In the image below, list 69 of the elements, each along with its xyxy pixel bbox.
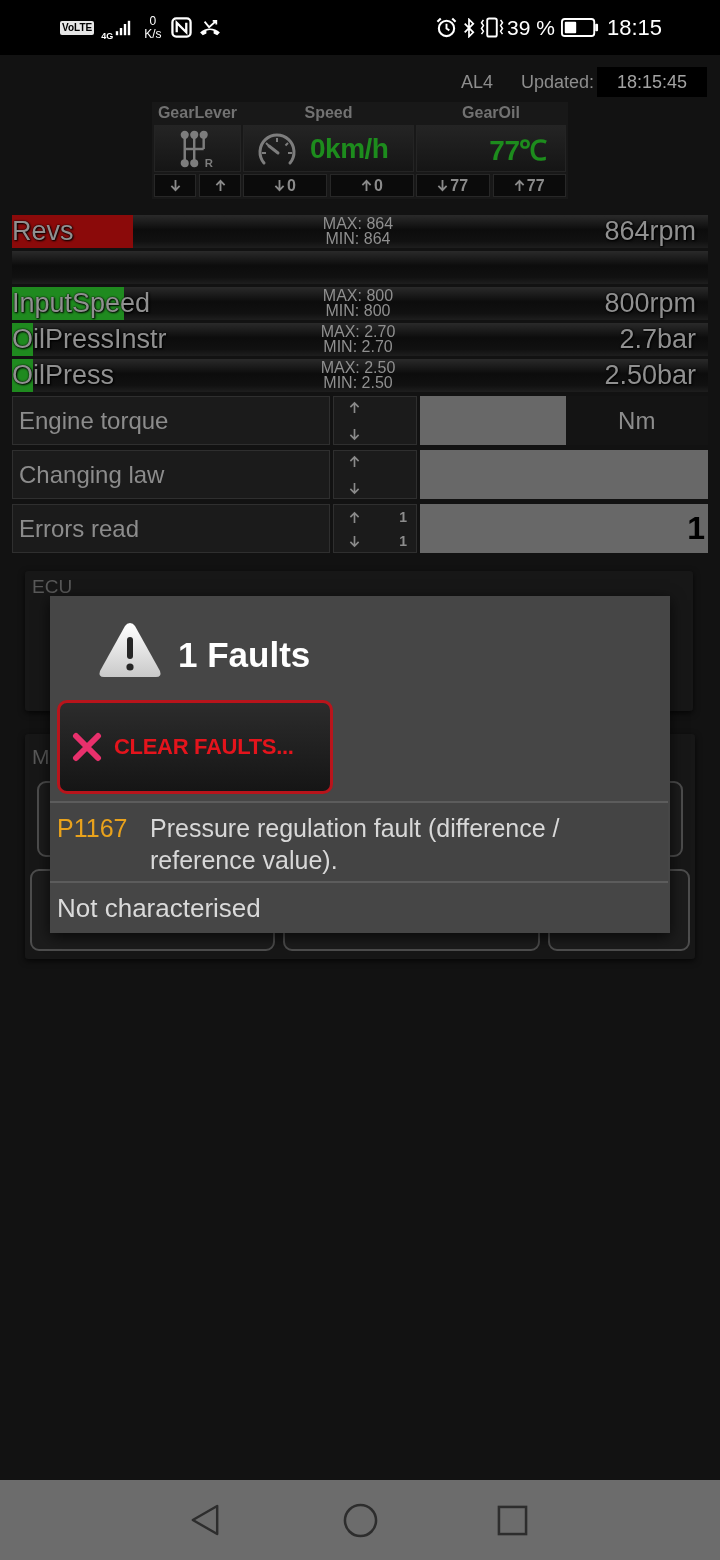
speedometer-icon [256, 131, 298, 166]
minimum-value: 0 [287, 176, 296, 195]
meter-value: 800rpm [604, 287, 696, 320]
meter-min: MIN: 864 [325, 231, 391, 247]
home-icon[interactable] [343, 1502, 378, 1538]
volte-badge: VoLTE [60, 20, 95, 35]
arrow-down-icon [349, 482, 360, 495]
data-rate-unit: K/s [144, 27, 162, 41]
data-rate-value: 0 [149, 14, 157, 28]
updated-label: Updated: [520, 71, 594, 93]
reading-label: Engine torque [12, 396, 330, 445]
arrow-down-icon [349, 428, 360, 441]
back-icon[interactable] [190, 1503, 220, 1537]
signal-icon [114, 19, 133, 36]
vibrate-icon [479, 17, 506, 38]
fault-status: Not characterised [56, 891, 262, 925]
gauge-value: 77℃ [489, 133, 547, 168]
fault-description: Pressure regulation fault (difference / reference value). [150, 813, 561, 876]
arrow-up-icon [349, 455, 360, 468]
panel-title: M [32, 746, 50, 768]
fault-item[interactable]: P1167 Pressure regulation fault (difference / reference value). [50, 801, 668, 883]
updated-time: 18:15:45 [597, 67, 707, 97]
value-field: 1 [420, 504, 708, 553]
arrow-up-icon [361, 179, 373, 192]
network-type: 4G [101, 31, 114, 41]
arrow-down-icon [169, 179, 181, 192]
bluetooth-icon [463, 17, 476, 38]
model-name: AL4 [460, 71, 493, 93]
gauge-label: Speed [303, 103, 354, 123]
missed-call-icon [197, 18, 222, 37]
arrow-up-icon [349, 401, 360, 414]
minimum-value: 1 [399, 533, 407, 549]
reading-label: Errors read [12, 504, 330, 553]
arrow-down-icon [349, 534, 360, 548]
meter-min: MIN: 2.70 [323, 339, 393, 355]
meter-value: 2.7bar [619, 323, 696, 356]
arrow-down-icon [274, 179, 286, 192]
maximum-value: 0 [374, 176, 383, 195]
cross-icon [72, 732, 102, 762]
battery-percent: 39 % [507, 15, 555, 40]
arrow-up-icon [513, 179, 525, 192]
reading-label: Changing law [12, 450, 330, 499]
meter-min: MIN: 800 [325, 303, 391, 319]
battery-icon [560, 18, 599, 37]
maximum-value: 77 [526, 176, 545, 195]
meter-min: MIN: 2.50 [323, 375, 393, 391]
meter-max: MAX: 864 [322, 215, 394, 232]
maximum-value: 1 [399, 509, 407, 525]
fault-code: P1167 [57, 813, 129, 844]
minimum-value: 77 [450, 176, 469, 195]
recents-icon[interactable] [497, 1504, 528, 1536]
meter-value: 2.50bar [604, 359, 696, 392]
alarm-icon [436, 17, 458, 38]
gauge-value: 0km/h [310, 132, 389, 165]
arrow-down-icon [437, 179, 449, 192]
meter-max: MAX: 2.70 [320, 323, 396, 340]
panel-title: ECU [32, 577, 73, 596]
meter-max: MAX: 2.50 [320, 359, 396, 376]
meter-max: MAX: 800 [322, 287, 394, 304]
clock: 18:15 [606, 14, 662, 41]
arrow-up-icon [214, 179, 226, 192]
gauge-label: GearLever [156, 103, 239, 123]
dialog-title: 1 Faults [178, 635, 311, 675]
meter-value: 864rpm [604, 215, 696, 248]
gauge-label: GearOil [461, 103, 521, 123]
meter-label: Revs [12, 215, 74, 248]
arrow-up-icon [349, 510, 360, 524]
nfc-icon [170, 17, 192, 38]
warning-icon [98, 621, 162, 679]
